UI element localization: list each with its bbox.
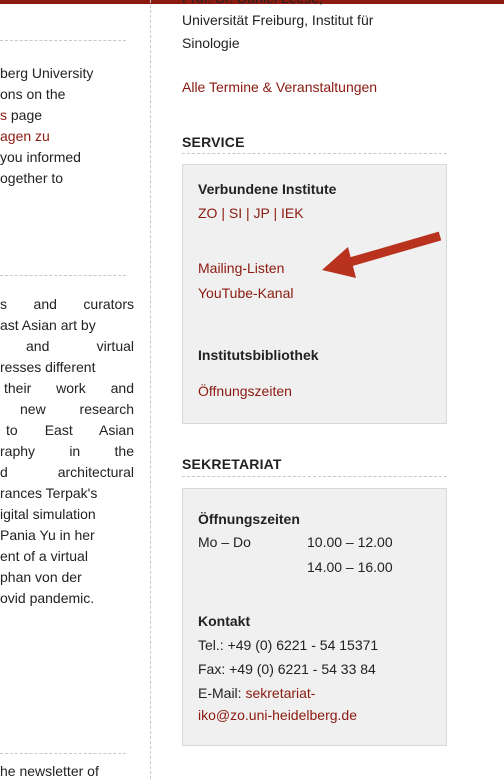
left-text-line: berg University: [0, 65, 94, 81]
left-inline-link[interactable]: agen zu: [0, 128, 50, 144]
institutes-heading: Verbundene Institute: [198, 181, 337, 197]
institutes-links: ZO | SI | JP | IEK: [198, 205, 304, 221]
opening-days: Mo – Do: [198, 534, 251, 550]
left-text-line: ons on the: [0, 86, 66, 102]
sekretariat-box: Öffnungszeiten Mo – Do 10.00 – 12.00 14.…: [182, 488, 447, 746]
library-heading: Institutsbibliothek: [198, 347, 319, 363]
column-separator: [150, 0, 151, 779]
youtube-channel-link[interactable]: YouTube-Kanal: [198, 283, 293, 303]
opening-hours-heading: Öffnungszeiten: [198, 511, 300, 527]
service-rule: [182, 153, 447, 154]
contact-email-link-cont[interactable]: iko@zo.uni-heidelberg.de: [198, 705, 357, 725]
institute-link-zo[interactable]: ZO: [198, 205, 217, 221]
institute-link-iek[interactable]: IEK: [281, 205, 304, 221]
service-heading: SERVICE: [182, 134, 245, 150]
opening-time-2: 14.00 – 16.00: [307, 559, 393, 575]
left-text-line: resses different: [0, 359, 96, 375]
all-events-link[interactable]: Alle Termine & Veranstaltungen: [182, 77, 377, 98]
contact-fax: Fax: +49 (0) 6221 - 54 33 84: [198, 661, 376, 677]
left-inline-link[interactable]: s: [0, 107, 7, 123]
institute-link-si[interactable]: SI: [229, 205, 242, 221]
opening-time-1: 10.00 – 12.00: [307, 534, 393, 550]
contact-heading: Kontakt: [198, 613, 251, 629]
left-text-line: igital simulation: [0, 506, 96, 522]
left-text-line: phan von der: [0, 569, 82, 585]
event-speaker: Prof. Dr. Daniel Leese,: [182, 0, 323, 9]
contact-phone: Tel.: +49 (0) 6221 - 54 15371: [198, 637, 379, 653]
left-text-line: s and curators: [0, 296, 134, 312]
event-affiliation: Sinologie: [182, 35, 240, 51]
left-divider-2: [0, 275, 126, 276]
left-text-line: agen zu: [0, 126, 134, 147]
library-hours-link[interactable]: Öffnungszeiten: [198, 381, 292, 401]
left-divider-3: [0, 753, 126, 754]
left-divider-1: [0, 40, 126, 41]
left-text-line: ovid pandemic.: [0, 590, 95, 606]
left-text-line: rances Terpak's: [0, 485, 98, 501]
left-text-line: and virtual: [26, 338, 134, 354]
event-affiliation: Universität Freiburg, Institut für: [182, 12, 374, 28]
left-text-line: to East Asian: [6, 422, 134, 438]
left-text-line: new research: [20, 401, 134, 417]
contact-email-line: E-Mail: sekretariat-: [198, 685, 316, 701]
left-text-line: raphy in the: [0, 443, 134, 459]
left-text-line: ogether to: [0, 170, 64, 186]
contact-email-link[interactable]: sekretariat-: [245, 685, 315, 701]
left-text-line: their work and: [4, 380, 134, 396]
sekretariat-rule: [182, 476, 447, 477]
service-box: Verbundene Institute ZO | SI | JP | IEK …: [182, 164, 447, 424]
left-text-line: ent of a virtual: [0, 548, 88, 564]
mailing-lists-link[interactable]: Mailing-Listen: [198, 258, 284, 278]
left-text-line: ast Asian art by: [0, 317, 96, 333]
left-text-line: Pania Yu in her: [0, 527, 95, 543]
institute-link-jp[interactable]: JP: [254, 205, 270, 221]
left-text-line: s page: [0, 107, 43, 123]
left-text-line: you informed: [0, 149, 81, 165]
left-text-line: d architectural: [0, 464, 134, 480]
sekretariat-heading: SEKRETARIAT: [182, 456, 282, 472]
